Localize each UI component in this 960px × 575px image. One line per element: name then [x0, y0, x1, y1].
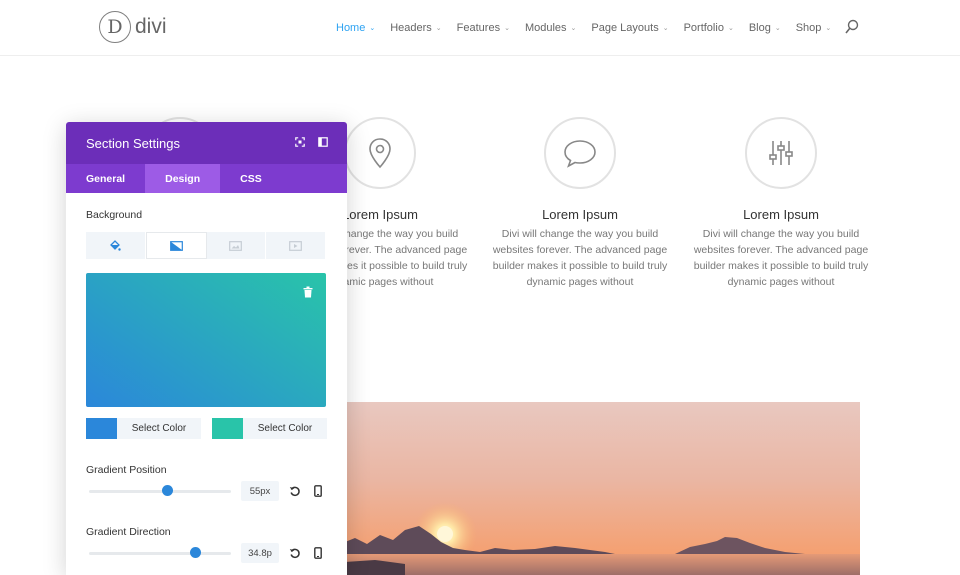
nav-label: Portfolio: [683, 22, 724, 34]
feature-card: Lorem Ipsum Divi will change the way you…: [691, 117, 871, 290]
fullscreen-icon[interactable]: [295, 137, 305, 147]
feature-icon-circle: [745, 117, 817, 189]
section-settings-panel: Section Settings General Design CSS Back…: [66, 122, 347, 575]
panel-header[interactable]: Section Settings: [66, 122, 347, 164]
background-type-tabs: [86, 232, 326, 259]
logo-text: divi: [135, 15, 167, 38]
feature-icon-circle: [544, 117, 616, 189]
feature-card: Lorem Ipsum Divi will change the way you…: [490, 117, 670, 290]
gradient-position-control: [86, 481, 327, 501]
sunset-image: [345, 402, 860, 575]
gradient-icon: [169, 240, 183, 251]
chevron-down-icon: ⌄: [369, 25, 376, 32]
gradient-preview: [86, 273, 326, 407]
mobile-icon[interactable]: [311, 546, 325, 560]
chat-bubble-icon: [564, 140, 596, 168]
nav-item-shop[interactable]: Shop ⌄: [796, 22, 832, 34]
select-color-label: Select Color: [117, 418, 201, 439]
tab-general[interactable]: General: [66, 164, 145, 193]
video-icon: [289, 240, 303, 251]
dock-sidebar-icon[interactable]: [318, 137, 328, 147]
panel-tabs: General Design CSS: [66, 164, 347, 193]
background-gradient-tab[interactable]: [145, 232, 207, 259]
nav-item-portfolio[interactable]: Portfolio ⌄: [684, 22, 734, 34]
chevron-down-icon: ⌄: [825, 25, 832, 32]
nav-label: Shop: [795, 22, 822, 34]
chevron-down-icon: ⌄: [435, 25, 442, 32]
sunset-landscape: [345, 402, 860, 575]
slider-thumb[interactable]: [190, 547, 201, 558]
gradient-start-color-picker[interactable]: Select Color: [86, 418, 201, 439]
feature-title: Lorem Ipsum: [743, 207, 819, 222]
nav-label: Headers: [390, 22, 432, 34]
image-icon: [229, 240, 243, 251]
feature-text: Divi will change the way you build websi…: [693, 228, 869, 288]
nav-item-page-layouts[interactable]: Page Layouts ⌄: [591, 22, 668, 34]
reset-icon[interactable]: [288, 546, 302, 560]
chevron-down-icon: ⌄: [570, 25, 577, 32]
nav-label: Modules: [524, 22, 567, 34]
color-swatch-start[interactable]: [86, 418, 117, 439]
gradient-direction-input[interactable]: [241, 543, 279, 563]
gradient-position-slider[interactable]: [89, 485, 231, 496]
panel-title: Section Settings: [86, 135, 180, 151]
nav-item-blog[interactable]: Blog ⌄: [749, 22, 781, 34]
reset-icon[interactable]: [288, 484, 302, 498]
feature-text: Divi will change the way you build websi…: [492, 228, 668, 288]
nav-label: Page Layouts: [591, 22, 659, 34]
mobile-icon[interactable]: [311, 484, 325, 498]
feature-title: Lorem Ipsum: [542, 207, 618, 222]
nav-label: Blog: [748, 22, 771, 34]
site-header: D divi Home ⌄ Headers ⌄ Features ⌄ Modules ⌄…: [0, 0, 960, 56]
background-label: Background: [86, 209, 143, 221]
chevron-down-icon: ⌄: [774, 25, 781, 32]
logo[interactable]: D divi: [99, 11, 167, 43]
panel-body: Background Select Color Select Color Gra…: [66, 193, 347, 575]
gradient-end-color-picker[interactable]: Select Color: [212, 418, 327, 439]
chevron-down-icon: ⌄: [662, 25, 669, 32]
location-pin-icon: [369, 138, 391, 169]
main-nav: Home ⌄ Headers ⌄ Features ⌄ Modules ⌄ Page L…: [336, 0, 846, 56]
nav-label: Features: [456, 22, 501, 34]
color-swatch-end[interactable]: [212, 418, 243, 439]
logo-mark: D: [99, 11, 131, 43]
gradient-position-label: Gradient Position: [86, 464, 167, 476]
tab-design[interactable]: Design: [145, 164, 221, 193]
background-color-tab[interactable]: [86, 232, 146, 259]
nav-label: Home: [336, 22, 366, 34]
nav-item-features[interactable]: Features ⌄: [457, 22, 510, 34]
nav-item-headers[interactable]: Headers ⌄: [390, 22, 441, 34]
sliders-icon: [769, 141, 793, 165]
nav-item-modules[interactable]: Modules ⌄: [525, 22, 576, 34]
chevron-down-icon: ⌄: [727, 25, 734, 32]
gradient-direction-slider[interactable]: [89, 547, 231, 558]
paint-bucket-icon: [110, 239, 122, 251]
nav-item-home[interactable]: Home ⌄: [336, 22, 375, 34]
slider-thumb[interactable]: [161, 485, 173, 496]
select-color-label: Select Color: [243, 418, 327, 439]
feature-icon-circle: [344, 117, 416, 189]
gradient-direction-label: Gradient Direction: [86, 526, 171, 538]
chevron-down-icon: ⌄: [504, 25, 510, 32]
background-video-tab[interactable]: [266, 232, 326, 259]
search-icon[interactable]: [845, 19, 859, 35]
trash-icon[interactable]: [303, 286, 313, 298]
tab-css[interactable]: CSS: [220, 164, 282, 193]
background-image-tab[interactable]: [206, 232, 267, 259]
gradient-color-row: Select Color Select Color: [86, 418, 327, 439]
gradient-direction-control: [86, 543, 327, 563]
gradient-position-input[interactable]: [241, 481, 279, 501]
